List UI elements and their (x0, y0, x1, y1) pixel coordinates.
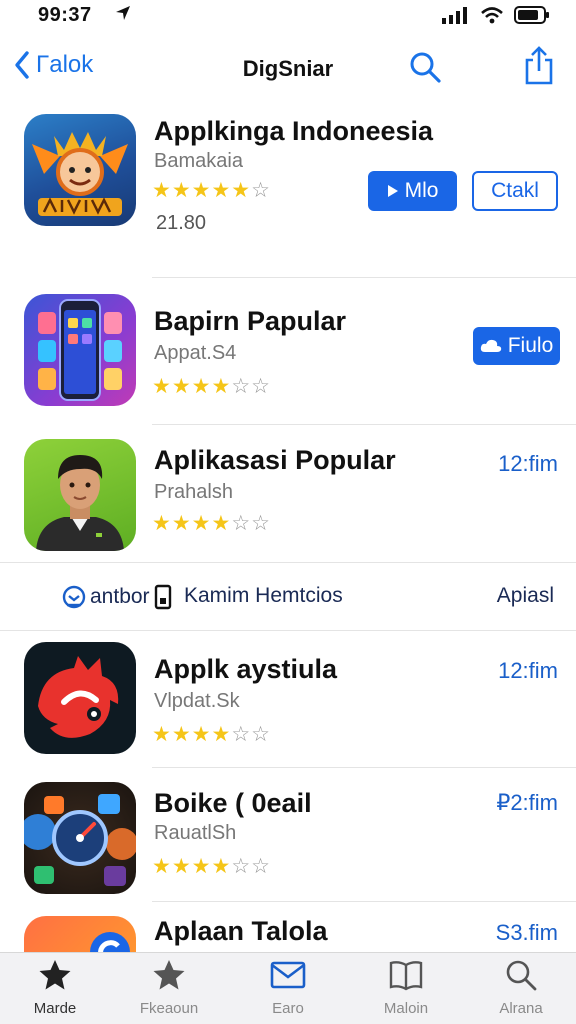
open-button-label: Mlo (404, 179, 439, 202)
tab-maloin[interactable]: Maloin (351, 959, 461, 1017)
app-icon-g (24, 916, 136, 952)
location-arrow-icon (116, 6, 130, 20)
open-button[interactable]: Mlo (368, 171, 457, 211)
mail-icon (270, 961, 306, 989)
book-icon (389, 961, 423, 991)
status-time: 99:37 (38, 4, 92, 26)
app-icon-bird (24, 642, 136, 754)
tab-fkeaoun[interactable]: Fkeaoun (114, 959, 224, 1017)
download-circle-icon (62, 585, 86, 609)
app-subtitle: Vlpdat.Sk (154, 690, 240, 712)
app-name: Applkinga Indoneesia (154, 116, 434, 146)
tab-earo[interactable]: Earo (233, 959, 343, 1017)
promo-row[interactable]: antbor Kamim Hemtcios Apiasl (0, 566, 576, 626)
status-bar: 99:37 (0, 0, 576, 32)
signal-icon (442, 7, 467, 24)
app-icon-person (24, 439, 136, 551)
search-icon (506, 960, 537, 991)
tab-label: Fkeaoun (139, 1000, 199, 1017)
search-icon[interactable] (408, 50, 442, 84)
app-name: Boike ( 0eail (154, 788, 312, 818)
battery-icon (514, 6, 549, 24)
star-rating: ★★★★☆☆ (152, 512, 271, 535)
star-rating: ★★★★★☆ (152, 179, 271, 202)
details-button[interactable]: Ctakl (472, 171, 558, 211)
app-icon-phone (24, 294, 136, 406)
cloud-icon (480, 339, 501, 352)
get-button[interactable]: Fiulo (473, 327, 560, 365)
wifi-icon (481, 7, 503, 24)
share-icon[interactable] (522, 46, 556, 86)
list-item[interactable]: Applk aystiula Vlpdat.Sk ★★★★☆☆ 12:fim (0, 630, 576, 768)
list-item[interactable]: Aplaan Talola S3.fim (0, 902, 576, 952)
tab-label: Earo (272, 1000, 304, 1017)
get-button-label: Fiulo (507, 334, 554, 357)
app-size: 21.80 (156, 212, 207, 234)
app-name: Bapirn Papular (154, 306, 347, 336)
star-rating: ★★★★☆☆ (152, 723, 271, 746)
divider (152, 277, 576, 278)
tab-marde[interactable]: Marde (0, 959, 110, 1017)
app-name: Applk aystiula (154, 654, 338, 684)
app-icon-dashboard (24, 782, 136, 894)
app-time: S3.fim (495, 920, 558, 945)
star-rating: ★★★★☆☆ (152, 375, 271, 398)
app-subtitle: Bamakaia (154, 150, 243, 172)
tab-bar: Marde Fkeaoun Earo Maloin Alrana (0, 952, 576, 1024)
tab-label: Marde (33, 1000, 77, 1017)
app-subtitle: RauatlSh (154, 822, 237, 844)
phone-icon (154, 584, 171, 610)
star-rating: ★★★★☆☆ (152, 855, 271, 878)
navigation-bar: Γalok DigSniar (0, 44, 576, 92)
star-filled-icon (39, 960, 71, 990)
list-item[interactable]: Bapirn Papular Appat.S4 ★★★★☆☆ Fiulo (0, 280, 576, 425)
play-icon (387, 185, 398, 197)
tab-alrana[interactable]: Alrana (466, 959, 576, 1017)
app-subtitle: Appat.S4 (154, 342, 237, 364)
app-time: 12:fim (498, 658, 558, 683)
divider (0, 562, 576, 563)
app-name: Aplaan Talola (154, 916, 328, 946)
page-title: DigSniar (242, 56, 334, 81)
star-icon (153, 960, 185, 990)
app-subtitle: Prahalsh (154, 481, 233, 503)
list-item[interactable]: Aplikasasi Popular Prahalsh ★★★★☆☆ 12:fi… (0, 425, 576, 565)
promo-left-label: antbor (90, 585, 150, 608)
tab-label: Maloin (383, 1000, 429, 1017)
tab-label: Alrana (499, 1000, 543, 1017)
app-time: ₽2:fim (496, 790, 558, 815)
promo-mid-label: Kamim Hemtcios (184, 584, 343, 607)
app-icon-game (24, 114, 136, 226)
promo-right-link[interactable]: Apiasl (497, 584, 554, 608)
list-item[interactable]: Applkinga Indoneesia Bamakaia ★★★★★☆ 21.… (0, 112, 576, 280)
app-name: Aplikasasi Popular (154, 445, 396, 475)
list-item[interactable]: Boike ( 0eail RauatlSh ★★★★☆☆ ₽2:fim (0, 768, 576, 902)
app-time: 12:fim (498, 451, 558, 476)
promo-left[interactable]: antbor (62, 584, 172, 610)
